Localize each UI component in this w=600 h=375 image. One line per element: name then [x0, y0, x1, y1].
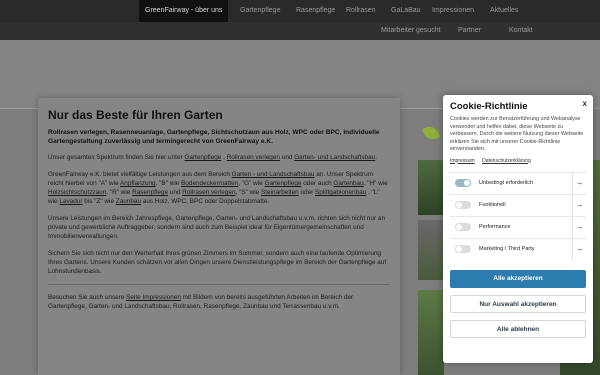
text: oder auch — [301, 180, 334, 187]
link-galabau[interactable]: Garten- und Landschaftsbau — [294, 154, 375, 161]
nav-item-gartenpflege[interactable]: Gartenpflege — [240, 0, 280, 22]
arrow-right-icon[interactable]: → — [572, 194, 586, 216]
nav-item-about[interactable]: GreenFairway - über uns — [139, 0, 229, 22]
cookie-category-functional[interactable]: Funktionell → — [450, 193, 586, 216]
text: GreenFairway e.K. bietet vielfältige Lei… — [48, 171, 232, 178]
leaf-logo-icon — [422, 124, 440, 142]
text: und — [168, 189, 183, 196]
text: . — [375, 154, 377, 161]
accept-all-button[interactable]: Alle akzeptieren — [450, 269, 586, 288]
link-lavadur[interactable]: Lavadur — [59, 198, 82, 205]
link-rasenpflege[interactable]: Rasenpflege — [132, 189, 168, 196]
toggle-switch[interactable] — [455, 223, 471, 231]
nav-item-aktuelles[interactable]: Aktuelles — [490, 0, 518, 22]
close-icon[interactable]: x — [583, 99, 587, 108]
paragraph: Unser gesamtes Spektrum finden Sie hier … — [48, 153, 390, 162]
garden-photo — [418, 160, 444, 215]
link-gartenbau[interactable]: Gartenbau — [333, 180, 363, 187]
link-galabau[interactable]: Garten - und Landschaftsbau — [232, 171, 315, 178]
reject-all-button[interactable]: Alle ablehnen — [450, 319, 586, 338]
link-bodendeckermatten[interactable]: Bodendeckermatten — [181, 180, 238, 187]
cookie-description: Cookies werden zur Benutzerführung und W… — [450, 116, 584, 152]
link-steinarbeiten[interactable]: Steinarbeiten — [261, 189, 299, 196]
link-splittgabionenbau[interactable]: Splittgabionenbau — [315, 189, 366, 196]
secondary-nav: Mitarbeiter gesucht Partner Kontakt — [0, 22, 600, 40]
text: Besuchen Sie auch unsere — [48, 294, 127, 301]
text: , "H" wie — [363, 180, 388, 187]
nav-item-partner[interactable]: Partner — [458, 22, 481, 40]
text: , "R" wie — [106, 189, 133, 196]
toggle-switch[interactable] — [455, 245, 471, 253]
accept-selection-button[interactable]: Nur Auswahl akzeptieren — [450, 294, 586, 313]
arrow-right-icon[interactable]: → — [572, 238, 586, 260]
category-label: Unbedingt erforderlich — [479, 180, 534, 186]
page-title: Nur das Beste für Ihren Garten — [48, 108, 223, 122]
link-anpflanzung[interactable]: Anpflanzung — [120, 180, 156, 187]
link-impressionen[interactable]: Seite Impressionen — [126, 294, 181, 301]
cookie-dialog: x Cookie-Richtlinie Cookies werden zur B… — [443, 95, 593, 363]
category-label: Marketing / Third Party — [479, 246, 535, 252]
link-rollrasen[interactable]: Rollrasen verlegen — [227, 154, 280, 161]
text: Unser gesamtes Spektrum finden Sie hier … — [48, 154, 185, 161]
divider — [48, 284, 390, 285]
toggle-switch[interactable] — [455, 179, 471, 187]
cookie-title: Cookie-Richtlinie — [450, 101, 528, 112]
impressum-link[interactable]: Impressum — [450, 158, 475, 164]
garden-photo — [418, 220, 444, 280]
text: , "B" wie — [155, 180, 182, 187]
nav-item-rollrasen[interactable]: Rollrasen — [346, 0, 376, 22]
nav-item-impressionen[interactable]: Impressionen — [432, 0, 474, 22]
nav-item-rasenpflege[interactable]: Rasenpflege — [296, 0, 335, 22]
main-nav: GreenFairway - über uns Gartenpflege Ras… — [0, 0, 600, 22]
text: aus Holz, WPC, BPC oder Doppelstabmatte. — [141, 198, 270, 205]
link-gartenpflege[interactable]: Gartenpflege — [184, 154, 221, 161]
cookie-category-marketing[interactable]: Marketing / Third Party → — [450, 237, 586, 260]
text: , "S" wie — [235, 189, 262, 196]
text: und — [279, 154, 295, 161]
link-gartenpflege[interactable]: Gartenpflege — [264, 180, 301, 187]
arrow-right-icon[interactable]: → — [572, 216, 586, 238]
nav-item-galabau[interactable]: GaLaBau — [391, 0, 421, 22]
text: , "G" wie — [238, 180, 265, 187]
text: oder — [298, 189, 316, 196]
paragraph: GreenFairway e.K. bietet vielfältige Lei… — [48, 170, 390, 206]
arrow-right-icon[interactable]: → — [572, 172, 586, 194]
link-zaunbau[interactable]: Zaunbau — [116, 198, 141, 205]
link-rollrasen[interactable]: Rollrasen verlegen — [182, 189, 235, 196]
content-card: Nur das Beste für Ihren Garten Rollrasen… — [38, 98, 400, 375]
category-label: Performance — [479, 224, 511, 230]
cookie-category-required[interactable]: Unbedingt erforderlich → — [450, 171, 586, 194]
cookie-links: Impressum Datenschutzerklärung — [450, 158, 586, 164]
privacy-link[interactable]: Datenschutzerklärung — [482, 158, 531, 164]
paragraph: Sichern Sie sich nicht nur den Werterhal… — [48, 250, 387, 275]
paragraph: Besuchen Sie auch unsere Seite Impressio… — [48, 293, 390, 311]
nav-item-jobs[interactable]: Mitarbeiter gesucht — [381, 22, 441, 40]
garden-photo — [418, 290, 444, 375]
cookie-category-performance[interactable]: Performance → — [450, 215, 586, 238]
category-label: Funktionell — [479, 202, 506, 208]
text: bis "Z" wie — [82, 198, 116, 205]
link-holzsichtschutzzaun[interactable]: Holzsichtschutzzaun — [48, 189, 106, 196]
lead-text: Rollrasen verlegen, Rasenneuanlage, Gart… — [48, 129, 380, 145]
nav-item-kontakt[interactable]: Kontakt — [509, 22, 533, 40]
toggle-switch[interactable] — [455, 201, 471, 209]
paragraph: Unsere Leistungen im Bereich Jahrespfleg… — [48, 215, 385, 240]
